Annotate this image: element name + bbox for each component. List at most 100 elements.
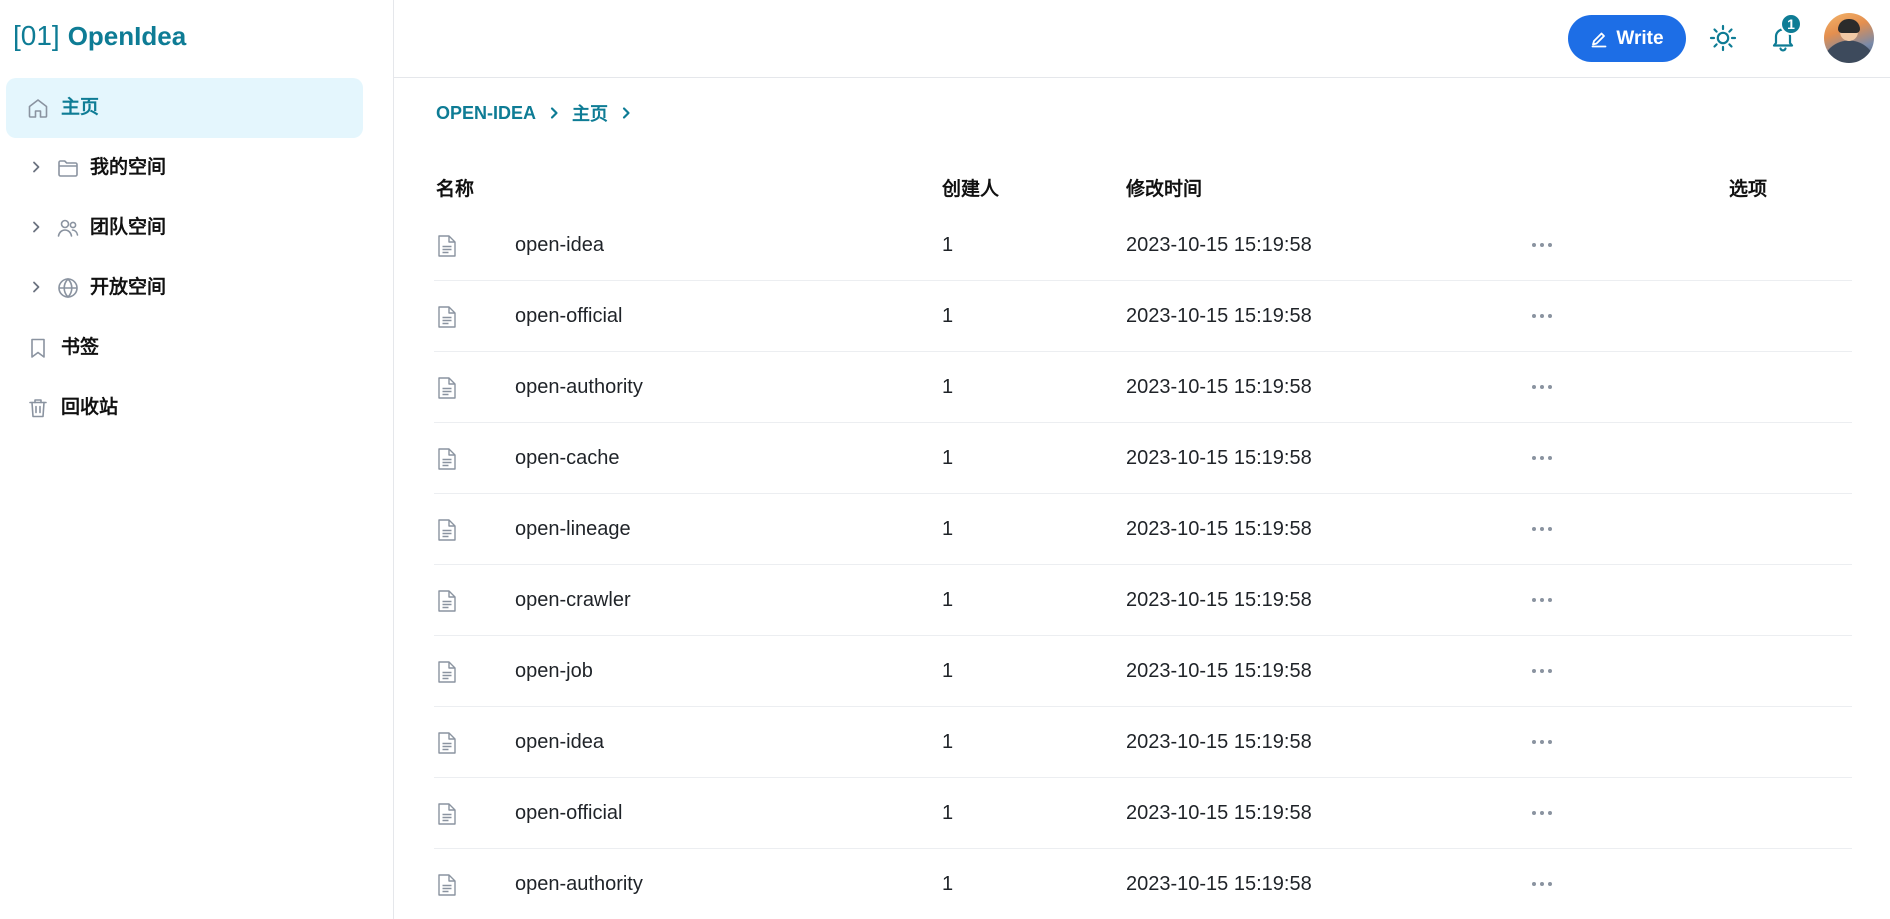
cell-name[interactable]: open-official — [515, 801, 622, 825]
documents-table: 名称 创建人 修改时间 选项 open-idea 1 2023-10-15 15:1… — [434, 160, 1852, 919]
document-icon — [437, 660, 457, 684]
sidebar-item-bookmarks[interactable]: 书签 — [6, 318, 363, 378]
cell-modified: 2023-10-15 15:19:58 — [1126, 873, 1312, 895]
chevron-right-icon — [622, 107, 630, 119]
cell-name[interactable]: open-official — [515, 304, 622, 328]
column-header-options: 选项 — [1729, 179, 1768, 200]
more-options-icon[interactable] — [1525, 872, 1559, 896]
column-header-modified: 修改时间 — [1126, 179, 1203, 200]
document-icon — [437, 447, 457, 471]
document-icon — [437, 731, 457, 755]
table-row[interactable]: open-crawler 1 2023-10-15 15:19:58 — [434, 565, 1852, 636]
cell-creator: 1 — [942, 234, 954, 256]
cell-name[interactable]: open-cache — [515, 446, 620, 470]
table-row[interactable]: open-job 1 2023-10-15 15:19:58 — [434, 636, 1852, 707]
sidebar-item-team-space[interactable]: 团队空间 — [6, 198, 363, 258]
cell-modified: 2023-10-15 15:19:58 — [1126, 660, 1312, 682]
app-root: [01] OpenIdea 主页 我的空间 团队空间 开放空间 书签 回收站 W… — [0, 0, 1890, 919]
more-options-icon[interactable] — [1525, 659, 1559, 683]
document-icon — [437, 518, 457, 542]
cell-creator: 1 — [942, 873, 954, 895]
more-options-icon[interactable] — [1525, 304, 1559, 328]
sidebar-item-home[interactable]: 主页 — [6, 78, 363, 138]
cell-creator: 1 — [942, 802, 954, 824]
cell-name[interactable]: open-job — [515, 659, 593, 683]
column-header-name: 名称 — [436, 179, 475, 200]
cell-modified: 2023-10-15 15:19:58 — [1126, 518, 1312, 540]
table-row[interactable]: open-cache 1 2023-10-15 15:19:58 — [434, 423, 1852, 494]
more-options-icon[interactable] — [1525, 801, 1559, 825]
document-icon — [437, 873, 457, 897]
write-button[interactable]: Write — [1568, 15, 1686, 62]
more-options-icon[interactable] — [1525, 730, 1559, 754]
sidebar-item-open-space[interactable]: 开放空间 — [6, 258, 363, 318]
table-row[interactable]: open-authority 1 2023-10-15 15:19:58 — [434, 352, 1852, 423]
cell-modified: 2023-10-15 15:19:58 — [1126, 589, 1312, 611]
table-row[interactable]: open-idea 1 2023-10-15 15:19:58 — [434, 210, 1852, 281]
sun-icon — [1709, 24, 1737, 52]
notification-badge: 1 — [1780, 13, 1802, 35]
cell-name[interactable]: open-idea — [515, 233, 604, 257]
sidebar-nav: 主页 我的空间 团队空间 开放空间 书签 回收站 — [6, 78, 363, 438]
home-icon — [28, 99, 48, 118]
chevron-right-icon[interactable] — [28, 219, 44, 235]
cell-modified: 2023-10-15 15:19:58 — [1126, 447, 1312, 469]
sidebar-item-label: 回收站 — [61, 397, 119, 418]
document-icon — [437, 589, 457, 613]
more-options-icon[interactable] — [1525, 446, 1559, 470]
sidebar-item-trash[interactable]: 回收站 — [6, 378, 363, 438]
more-options-icon[interactable] — [1525, 588, 1559, 612]
chevron-right-icon[interactable] — [28, 279, 44, 295]
more-options-icon[interactable] — [1525, 375, 1559, 399]
table-row[interactable]: open-idea 1 2023-10-15 15:19:58 — [434, 707, 1852, 778]
sidebar-item-label: 我的空间 — [90, 157, 167, 178]
cell-creator: 1 — [942, 731, 954, 753]
cell-modified: 2023-10-15 15:19:58 — [1126, 234, 1312, 256]
chevron-right-icon[interactable] — [28, 159, 44, 175]
table-row[interactable]: open-lineage 1 2023-10-15 15:19:58 — [434, 494, 1852, 565]
cell-creator: 1 — [942, 660, 954, 682]
column-header-creator: 创建人 — [942, 179, 1000, 200]
sidebar-item-label: 团队空间 — [90, 217, 167, 238]
table-row[interactable]: open-authority 1 2023-10-15 15:19:58 — [434, 849, 1852, 919]
logo-name: OpenIdea — [67, 21, 187, 51]
main-content: OPEN-IDEA 主页 名称 创建人 修改时间 选项 open-idea 1 20… — [394, 78, 1890, 919]
cell-creator: 1 — [942, 589, 954, 611]
sidebar-item-my-space[interactable]: 我的空间 — [6, 138, 363, 198]
app-logo[interactable]: [01] OpenIdea — [13, 20, 186, 56]
cell-modified: 2023-10-15 15:19:58 — [1126, 802, 1312, 824]
table-body: open-idea 1 2023-10-15 15:19:58 open-offici… — [434, 210, 1852, 919]
sidebar: [01] OpenIdea 主页 我的空间 团队空间 开放空间 书签 回收站 — [0, 0, 394, 919]
trash-icon — [29, 399, 47, 418]
table-header: 名称 创建人 修改时间 选项 — [434, 160, 1852, 210]
document-icon — [437, 376, 457, 400]
top-bar: Write 1 — [394, 0, 1890, 78]
breadcrumb-item-home[interactable]: 主页 — [572, 100, 608, 126]
breadcrumb-item-root[interactable]: OPEN-IDEA — [436, 103, 536, 124]
cell-creator: 1 — [942, 376, 954, 398]
cell-modified: 2023-10-15 15:19:58 — [1126, 305, 1312, 327]
avatar-hair — [1838, 19, 1860, 33]
more-options-icon[interactable] — [1525, 517, 1559, 541]
breadcrumb: OPEN-IDEA 主页 — [436, 100, 634, 126]
globe-icon — [58, 277, 78, 299]
logo-prefix: [01] — [13, 20, 60, 51]
cell-name[interactable]: open-authority — [515, 872, 643, 896]
pencil-icon — [1592, 32, 1607, 47]
document-icon — [437, 305, 457, 329]
cell-creator: 1 — [942, 447, 954, 469]
cell-modified: 2023-10-15 15:19:58 — [1126, 731, 1312, 753]
sidebar-item-label: 书签 — [61, 337, 100, 358]
user-avatar[interactable] — [1824, 13, 1874, 63]
users-icon — [57, 219, 79, 237]
table-row[interactable]: open-official 1 2023-10-15 15:19:58 — [434, 778, 1852, 849]
cell-name[interactable]: open-idea — [515, 730, 604, 754]
more-options-icon[interactable] — [1525, 233, 1559, 257]
write-button-label: Write — [1616, 27, 1664, 49]
cell-name[interactable]: open-lineage — [515, 517, 631, 541]
cell-name[interactable]: open-authority — [515, 375, 643, 399]
table-row[interactable]: open-official 1 2023-10-15 15:19:58 — [434, 281, 1852, 352]
cell-name[interactable]: open-crawler — [515, 588, 631, 612]
document-icon — [437, 802, 457, 826]
theme-toggle-button[interactable] — [1705, 20, 1741, 56]
